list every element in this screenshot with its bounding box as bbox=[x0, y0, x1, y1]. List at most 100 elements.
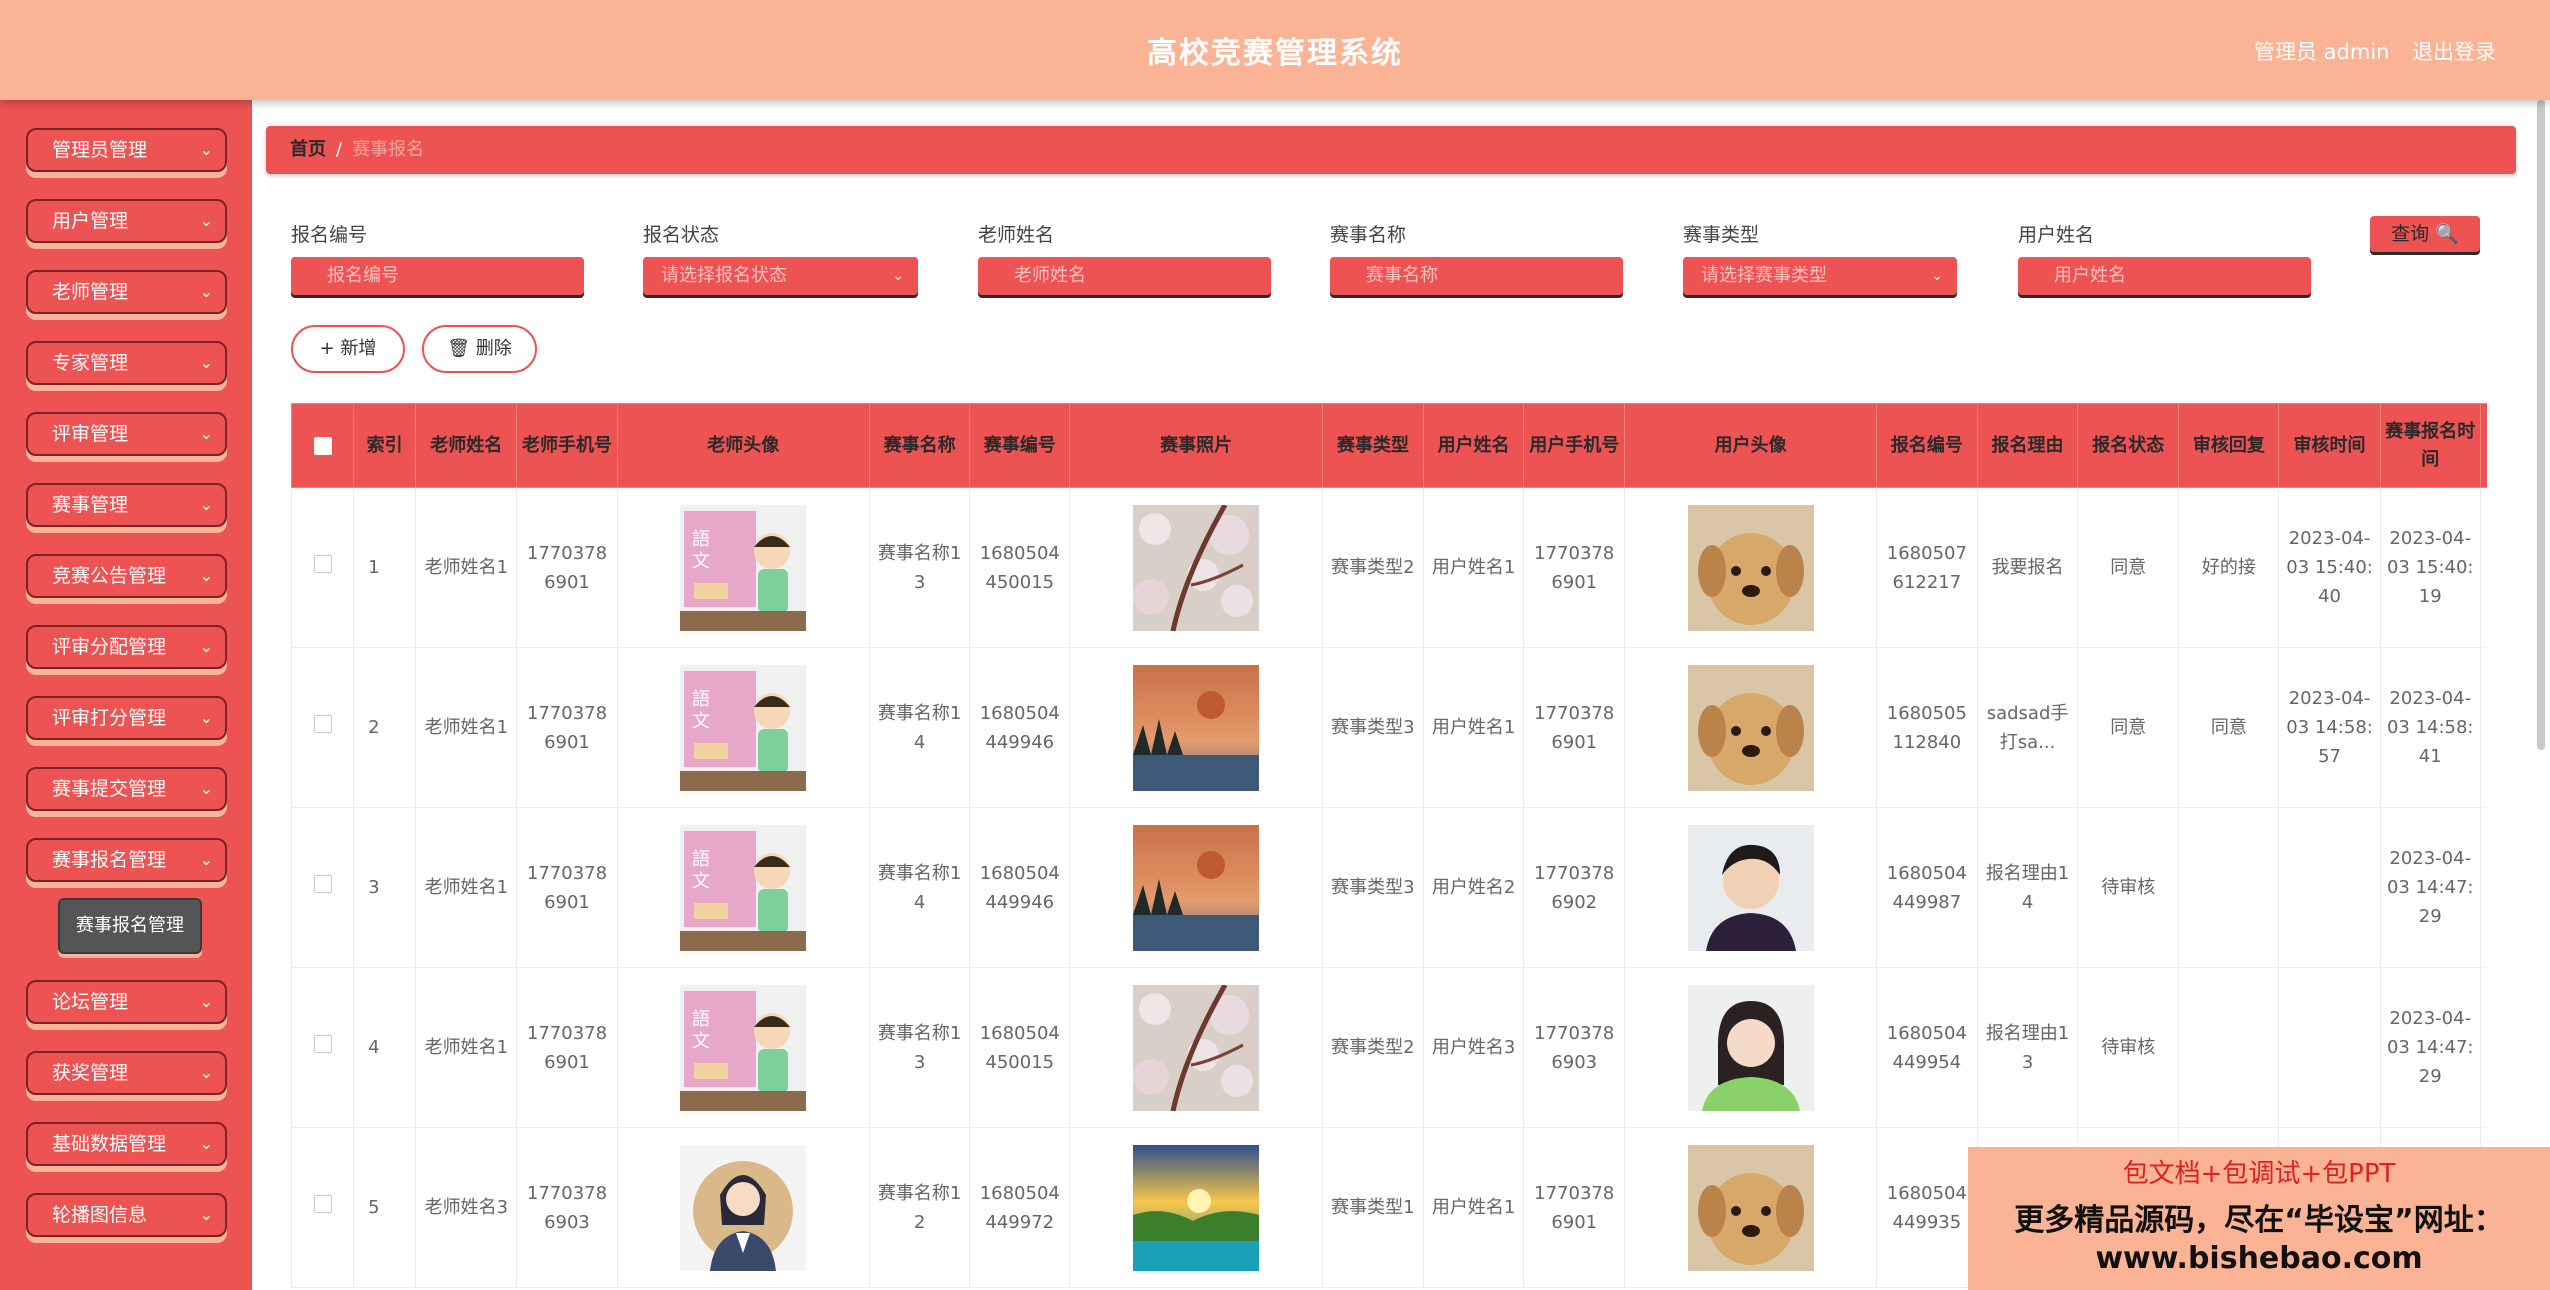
event-type-label: 赛事类型 bbox=[1683, 224, 1760, 246]
event-photo-image bbox=[1133, 824, 1260, 951]
sidebar-item-signups[interactable]: 赛事报名管理 ⌄ bbox=[26, 838, 227, 882]
table-row[interactable]: 2 老师姓名1 17703786901 語文赛事名称14 1680504449946 赛事… bbox=[291, 647, 2487, 808]
row-index: 5 bbox=[353, 1127, 417, 1288]
user-phone-cell: 17703786902 bbox=[1523, 807, 1626, 968]
select-all-checkbox[interactable] bbox=[313, 436, 332, 455]
teacher-phone-cell: 17703786901 bbox=[516, 487, 618, 648]
sidebar-item-reviews[interactable]: 评审管理 ⌄ bbox=[26, 412, 227, 456]
teacher-avatar-image: 語文 bbox=[680, 504, 807, 631]
user-phone-cell: 17703786901 bbox=[1523, 1127, 1626, 1288]
teacher-avatar-image: 語文 bbox=[680, 984, 807, 1111]
sidebar-item-teachers[interactable]: 老师管理 ⌄ bbox=[26, 270, 227, 314]
sidebar-item-review-assign[interactable]: 评审分配管理 ⌄ bbox=[26, 625, 227, 669]
event-code-cell: 1680504450015 bbox=[969, 487, 1071, 648]
row-overflow-cell bbox=[2479, 807, 2487, 968]
signup-time-cell: 2023-04-03 14:47:29 bbox=[2379, 967, 2481, 1128]
sidebar-item-forum[interactable]: 论坛管理 ⌄ bbox=[26, 980, 227, 1024]
breadcrumb-home[interactable]: 首页 bbox=[290, 139, 326, 160]
svg-text:語: 語 bbox=[692, 849, 710, 870]
sidebar-item-events[interactable]: 赛事管理 ⌄ bbox=[26, 483, 227, 527]
table-row[interactable]: 4 老师姓名1 17703786901 語文赛事名称13 1680504450015 赛事… bbox=[291, 967, 2487, 1128]
chevron-down-icon: ⌄ bbox=[199, 353, 213, 372]
row-index: 1 bbox=[353, 487, 417, 648]
select-all-header[interactable] bbox=[291, 403, 355, 488]
signup-status-select[interactable]: 请选择报名状态 ⌄ bbox=[643, 257, 918, 295]
sidebar-item-announcements[interactable]: 竞赛公告管理 ⌄ bbox=[26, 554, 227, 598]
sidebar-item-submissions[interactable]: 赛事提交管理 ⌄ bbox=[26, 767, 227, 811]
teacher-phone-cell: 17703786901 bbox=[516, 647, 618, 808]
user-name-cell: 用户姓名3 bbox=[1422, 967, 1525, 1128]
signup-time-cell: 2023-04-03 14:58:41 bbox=[2379, 647, 2481, 808]
row-checkbox[interactable] bbox=[313, 875, 332, 893]
user-name-input[interactable]: 用户姓名 bbox=[2018, 257, 2311, 295]
reply-cell: 好的接 bbox=[2178, 487, 2280, 648]
sidebar-item-awards[interactable]: 获奖管理 ⌄ bbox=[26, 1051, 227, 1095]
user-avatar-image bbox=[1687, 984, 1814, 1111]
teacher-name-input[interactable]: 老师姓名 bbox=[978, 257, 1271, 295]
status-cell: 同意 bbox=[2077, 647, 2180, 808]
event-code-cell: 1680504449946 bbox=[969, 807, 1071, 968]
chevron-down-icon: ⌄ bbox=[199, 850, 213, 869]
status-cell: 待审核 bbox=[2077, 967, 2180, 1128]
row-select-cell[interactable] bbox=[291, 487, 355, 648]
sidebar-item-label: 竞赛公告管理 bbox=[52, 565, 167, 587]
event-type-cell: 赛事类型2 bbox=[1321, 967, 1424, 1128]
column-header: 赛事编号 bbox=[969, 403, 1071, 488]
table-row[interactable]: 1 老师姓名1 17703786901 語文赛事名称13 1680504450015 赛事… bbox=[291, 487, 2487, 648]
logout-link[interactable]: 退出登录 bbox=[2412, 36, 2496, 66]
row-select-cell[interactable] bbox=[291, 1127, 355, 1288]
sidebar-item-label: 管理员管理 bbox=[52, 139, 148, 161]
sidebar-item-label: 获奖管理 bbox=[52, 1062, 129, 1084]
add-button[interactable]: + 新增 bbox=[291, 325, 405, 373]
sidebar-item-base-data[interactable]: 基础数据管理 ⌄ bbox=[26, 1122, 227, 1166]
row-checkbox[interactable] bbox=[313, 1195, 332, 1213]
column-header: 用户手机号 bbox=[1523, 403, 1626, 488]
select-placeholder: 请选择赛事类型 bbox=[1701, 265, 1827, 286]
event-name-input[interactable]: 赛事名称 bbox=[1330, 257, 1623, 295]
svg-text:文: 文 bbox=[692, 711, 710, 732]
signup-time-cell: 2023-04-03 14:47:29 bbox=[2379, 807, 2481, 968]
event-name-cell: 赛事名称13 bbox=[869, 487, 971, 648]
query-button[interactable]: 查询 🔍 bbox=[2370, 216, 2480, 252]
row-overflow-cell bbox=[2479, 647, 2487, 808]
row-checkbox[interactable] bbox=[313, 1035, 332, 1053]
teacher-name-cell: 老师姓名1 bbox=[415, 487, 518, 648]
event-photo-image bbox=[1133, 984, 1260, 1111]
row-checkbox[interactable] bbox=[313, 715, 332, 733]
column-header: 报名状态 bbox=[2077, 403, 2180, 488]
signup-code-input[interactable]: 报名编号 bbox=[291, 257, 584, 295]
sidebar-item-label: 评审分配管理 bbox=[52, 636, 167, 658]
row-select-cell[interactable] bbox=[291, 807, 355, 968]
event-name-cell: 赛事名称14 bbox=[869, 647, 971, 808]
signup-code-cell: 1680504449954 bbox=[1875, 967, 1978, 1128]
teacher-phone-cell: 17703786901 bbox=[516, 967, 618, 1128]
sidebar-subitem-signups[interactable]: 赛事报名管理 bbox=[58, 898, 202, 954]
row-select-cell[interactable] bbox=[291, 647, 355, 808]
event-type-cell: 赛事类型1 bbox=[1321, 1127, 1424, 1288]
sidebar-item-users[interactable]: 用户管理 ⌄ bbox=[26, 199, 227, 243]
event-photo-image bbox=[1133, 1144, 1260, 1271]
review-time-cell bbox=[2278, 967, 2381, 1128]
table-row[interactable]: 3 老师姓名1 17703786901 語文赛事名称14 1680504449946 赛事… bbox=[291, 807, 2487, 968]
status-cell: 待审核 bbox=[2077, 807, 2180, 968]
event-type-select[interactable]: 请选择赛事类型 ⌄ bbox=[1683, 257, 1957, 295]
event-photo-image bbox=[1069, 807, 1323, 968]
sidebar-item-label: 轮播图信息 bbox=[52, 1204, 148, 1226]
sidebar-item-admin[interactable]: 管理员管理 ⌄ bbox=[26, 128, 227, 172]
row-index: 4 bbox=[353, 967, 417, 1128]
sidebar-item-experts[interactable]: 专家管理 ⌄ bbox=[26, 341, 227, 385]
delete-button[interactable]: 🗑 删除 bbox=[422, 325, 537, 373]
promo-line-2: 更多精品源码，尽在“毕设宝”网址： bbox=[2014, 1203, 2504, 1238]
sidebar-item-carousel[interactable]: 轮播图信息 ⌄ bbox=[26, 1193, 227, 1237]
chevron-down-icon: ⌄ bbox=[199, 637, 213, 656]
row-select-cell[interactable] bbox=[291, 967, 355, 1128]
page-scrollbar[interactable] bbox=[2537, 100, 2545, 750]
event-photo-image bbox=[1133, 664, 1260, 791]
sidebar-item-review-score[interactable]: 评审打分管理 ⌄ bbox=[26, 696, 227, 740]
teacher-name-label: 老师姓名 bbox=[978, 224, 1055, 246]
chevron-down-icon: ⌄ bbox=[199, 708, 213, 727]
row-checkbox[interactable] bbox=[313, 555, 332, 573]
teacher-avatar-image: 語文 bbox=[616, 967, 871, 1128]
chevron-down-icon: ⌄ bbox=[199, 140, 213, 159]
user-avatar-image bbox=[1624, 487, 1877, 648]
